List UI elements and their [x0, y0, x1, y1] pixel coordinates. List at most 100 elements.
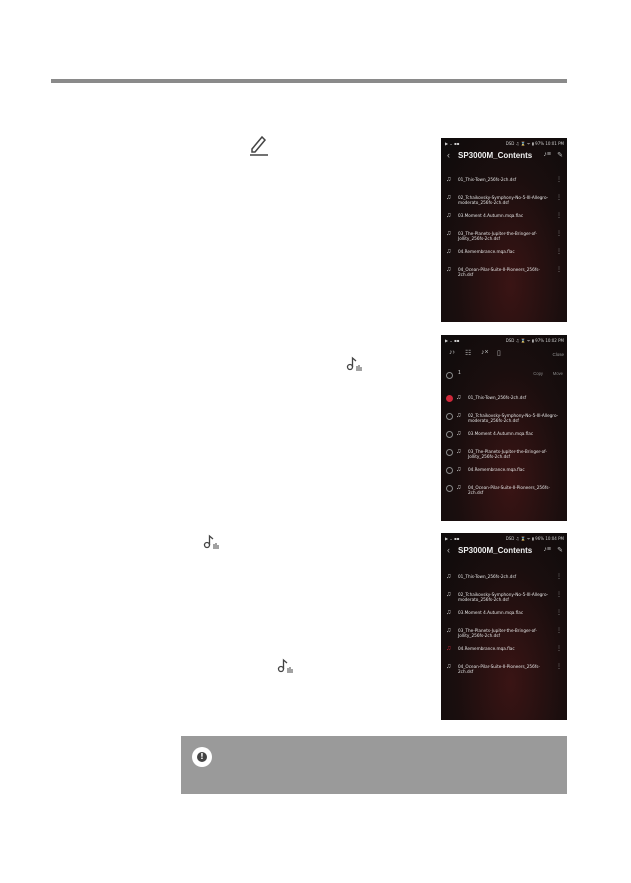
list-item[interactable]: ♫ 01_This-Town_256fs-2ch.dsf ⋮ [441, 569, 567, 587]
track-name: 04.Remembrance.mqa.flac [458, 646, 515, 651]
track-name: 03_The-Planets-Jupiter-the-Bringer-of-Jo… [458, 628, 537, 638]
folder-title: SP3000M_Contents [458, 546, 533, 555]
status-right: DSD ♫ ⌛ ᯤ ▮ 96% 10:04 PM [505, 536, 564, 541]
selected-count: 1 [458, 370, 461, 376]
more-icon[interactable]: ⋮ [556, 248, 562, 255]
pencil-icon[interactable]: ✎ [557, 546, 563, 554]
add-to-playlist-icon[interactable]: ☷ [465, 349, 471, 357]
status-left: ▶ ⌄ ▪▪ [445, 141, 460, 146]
selection-bar: 1 Copy Move [441, 367, 567, 381]
list-item[interactable]: ♫ 01_This-Town_256fs-2ch.dsf [441, 390, 567, 408]
status-left: ▶ ⌄ ▪▪ [445, 536, 460, 541]
folder-title: SP3000M_Contents [458, 151, 533, 160]
back-icon[interactable]: ‹ [447, 150, 450, 160]
header: ‹ SP3000M_Contents ♪≡ ✎ [441, 543, 567, 559]
select-all-checkbox[interactable] [446, 372, 453, 379]
more-icon[interactable]: ⋮ [556, 645, 562, 652]
more-icon[interactable]: ⋮ [556, 230, 562, 237]
item-checkbox[interactable] [446, 485, 453, 492]
music-note-icon: ♫ [456, 412, 462, 419]
more-icon[interactable]: ⋮ [556, 194, 562, 201]
track-name: 04.Remembrance.mqa.flac [458, 249, 515, 254]
track-name: 04_Ocean-Pilar-Suite-II-Pioneers_256fs-2… [458, 664, 540, 674]
list-item[interactable]: ♫ 04_Ocean-Pilar-Suite-II-Pioneers_256fs-… [441, 262, 567, 280]
more-icon[interactable]: ⋮ [556, 609, 562, 616]
sort-icon[interactable]: ♪≡ [543, 546, 551, 553]
more-icon[interactable]: ⋮ [556, 591, 562, 598]
music-note-icon: ♫ [456, 430, 462, 437]
music-note-icon: ♫ [446, 266, 452, 273]
more-icon[interactable]: ⋮ [556, 663, 562, 670]
list-item[interactable]: ♫ 03.Moment 4.Autumn.mqa.flac ⋮ [441, 605, 567, 623]
more-icon[interactable]: ⋮ [556, 176, 562, 183]
play-selected-icon [346, 356, 362, 371]
warning-icon: ! [192, 747, 212, 767]
close-button[interactable]: Close [552, 352, 564, 357]
play-selected-icon [203, 534, 219, 549]
more-icon[interactable]: ⋮ [556, 266, 562, 273]
notice-box: ! [181, 736, 567, 794]
list-item[interactable]: ♫ 03_The-Planets-Jupiter-the-Bringer-of-J… [441, 444, 567, 462]
track-name: 03.Moment 4.Autumn.mqa.flac [458, 213, 524, 218]
track-name: 01_This-Town_256fs-2ch.dsf [458, 574, 517, 579]
music-note-icon: ♫ [446, 230, 452, 237]
track-name: 04_Ocean-Pilar-Suite-II-Pioneers_256fs-2… [458, 267, 540, 277]
list-item[interactable]: ♫ 04_Ocean-Pilar-Suite-II-Pioneers_256fs-… [441, 659, 567, 677]
music-note-icon: ♫ [446, 609, 452, 616]
track-name: 02_Tchaikovsky-Symphony-No-5-III-Allegro… [458, 195, 549, 205]
track-name: 04_Ocean-Pilar-Suite-II-Pioneers_256fs-2… [468, 485, 550, 495]
music-note-icon: ♫ [456, 484, 462, 491]
item-checkbox[interactable] [446, 449, 453, 456]
list-item[interactable]: ♫ 04_Ocean-Pilar-Suite-II-Pioneers_256fs-… [441, 480, 567, 498]
track-name: 03.Moment 4.Autumn.mqa.flac [458, 610, 524, 615]
music-note-icon: ♫ [446, 176, 452, 183]
list-item[interactable]: ♫ 03.Moment 4.Autumn.mqa.flac [441, 426, 567, 444]
track-name: 03.Moment 4.Autumn.mqa.flac [468, 431, 534, 436]
more-icon[interactable]: ⋮ [556, 573, 562, 580]
list-item[interactable]: ♫ 04.Remembrance.mqa.flac [441, 462, 567, 480]
list-item[interactable]: ♫ 03_The-Planets-Jupiter-the-Bringer-of-J… [441, 226, 567, 244]
music-note-icon: ♫ [456, 448, 462, 455]
screenshot-contents: ▶ ⌄ ▪▪ DSD ♫ ⌛ ᯤ ▮ 97% 10:01 PM ‹ SP3000… [441, 138, 567, 322]
track-name: 01_This-Town_256fs-2ch.dsf [468, 395, 527, 400]
section-divider [51, 79, 567, 83]
play-selected-icon[interactable]: ♪› [449, 349, 455, 356]
track-name: 01_This-Town_256fs-2ch.dsf [458, 177, 517, 182]
track-name: 03_The-Planets-Jupiter-the-Bringer-of-Jo… [458, 231, 537, 241]
pencil-icon[interactable]: ✎ [557, 151, 563, 159]
music-note-icon: ♫ [446, 194, 452, 201]
more-icon[interactable]: ⋮ [556, 627, 562, 634]
list-item-now-playing[interactable]: ♫ 04.Remembrance.mqa.flac ⋮ [441, 641, 567, 659]
selection-toolbar: ♪› ☷ ♪× ▯ Close [441, 345, 567, 363]
trash-icon[interactable]: ▯ [497, 349, 501, 357]
more-icon[interactable]: ⋮ [556, 212, 562, 219]
track-name: 02_Tchaikovsky-Symphony-No-5-III-Allegro… [468, 413, 559, 423]
list-item[interactable]: ♫ 03.Moment 4.Autumn.mqa.flac ⋮ [441, 208, 567, 226]
track-name: 02_Tchaikovsky-Symphony-No-5-III-Allegro… [458, 592, 549, 602]
back-icon[interactable]: ‹ [447, 545, 450, 555]
status-left: ▶ ⌄ ▪▪ [445, 338, 460, 343]
music-note-icon: ♫ [456, 466, 462, 473]
item-checkbox[interactable] [446, 467, 453, 474]
list-item[interactable]: ♫ 03_The-Planets-Jupiter-the-Bringer-of-J… [441, 623, 567, 641]
screenshot-playing: ▶ ⌄ ▪▪ DSD ♫ ⌛ ᯤ ▮ 96% 10:04 PM ‹ SP3000… [441, 533, 567, 720]
status-right: DSD ♫ ⌛ ᯤ ▮ 97% 10:01 PM [505, 141, 564, 146]
pencil-icon [250, 135, 268, 156]
music-note-icon: ♫ [446, 212, 452, 219]
list-item[interactable]: ♫ 02_Tchaikovsky-Symphony-No-5-III-Allegr… [441, 190, 567, 208]
item-checkbox[interactable] [446, 431, 453, 438]
copy-button[interactable]: Copy [533, 371, 543, 376]
move-button[interactable]: Move [553, 371, 563, 376]
list-item[interactable]: ♫ 02_Tchaikovsky-Symphony-No-5-III-Allegr… [441, 408, 567, 426]
list-item[interactable]: ♫ 04.Remembrance.mqa.flac ⋮ [441, 244, 567, 262]
delete-from-list-icon[interactable]: ♪× [481, 349, 489, 356]
item-checkbox[interactable] [446, 395, 453, 402]
sort-icon[interactable]: ♪≡ [543, 151, 551, 158]
music-note-icon: ♫ [446, 573, 452, 580]
list-item[interactable]: ♫ 01_This-Town_256fs-2ch.dsf ⋮ [441, 172, 567, 190]
music-note-icon: ♫ [446, 591, 452, 598]
item-checkbox[interactable] [446, 413, 453, 420]
track-name: 04.Remembrance.mqa.flac [468, 467, 525, 472]
track-name: 03_The-Planets-Jupiter-the-Bringer-of-Jo… [468, 449, 547, 459]
list-item[interactable]: ♫ 02_Tchaikovsky-Symphony-No-5-III-Allegr… [441, 587, 567, 605]
